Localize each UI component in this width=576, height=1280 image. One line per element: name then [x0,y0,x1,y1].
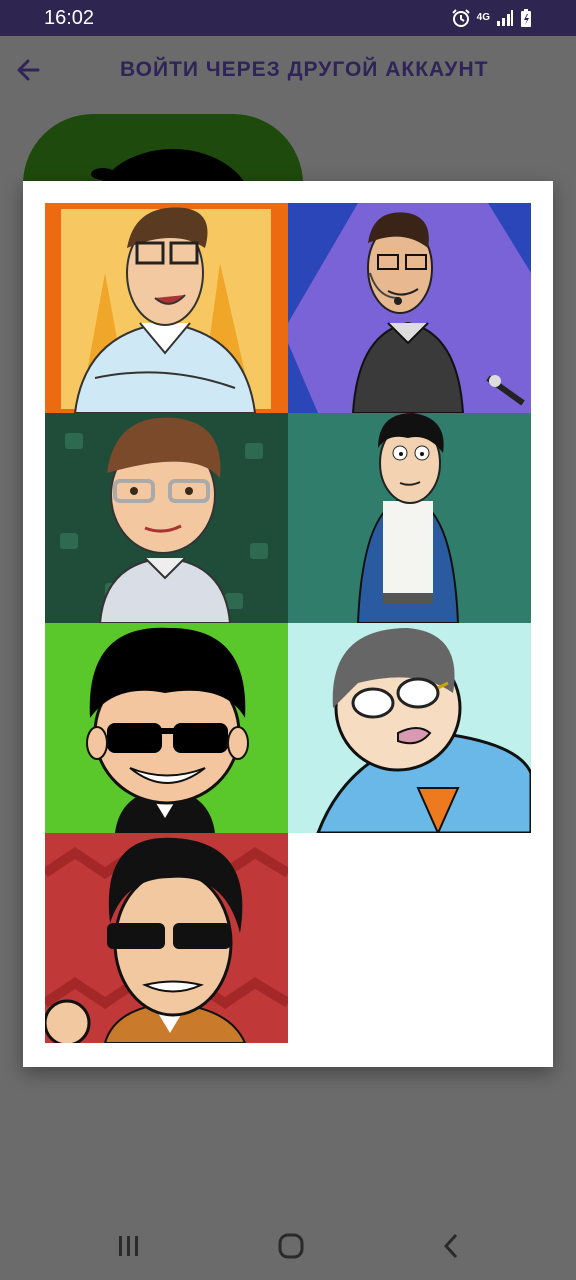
avatar-image [288,413,531,623]
avatar-picker-dialog [23,181,553,1067]
avatar-image [45,413,288,623]
avatar-option[interactable] [288,623,531,833]
avatar-option[interactable] [45,203,288,413]
back-icon[interactable] [432,1232,472,1260]
alarm-icon [451,8,471,28]
avatar-image [45,833,288,1043]
avatar-option[interactable] [45,623,288,833]
avatar-option[interactable] [288,413,531,623]
home-icon[interactable] [270,1232,310,1260]
avatar-option[interactable] [45,833,288,1043]
battery-charging-icon [520,8,532,28]
status-bar: 16:02 4G [0,0,576,36]
avatar-option[interactable] [45,413,288,623]
avatar-image [45,203,288,413]
back-arrow-icon[interactable] [12,54,44,86]
avatar-image [45,623,288,833]
avatar-image [288,623,531,833]
recent-apps-icon[interactable] [108,1232,148,1260]
page-title: ВОЙТИ ЧЕРЕЗ ДРУГОЙ АККАУНТ [120,58,489,81]
signal-icon [496,9,514,27]
avatar-image [288,203,531,413]
app-bar: ВОЙТИ ЧЕРЕЗ ДРУГОЙ АККАУНТ [0,36,576,104]
navigation-bar [0,1212,576,1280]
status-icons: 4G [451,8,532,28]
status-time: 16:02 [44,7,95,29]
avatar-option[interactable] [288,203,531,413]
avatar-grid [45,203,531,1045]
network-4g-icon: 4G [476,12,490,23]
